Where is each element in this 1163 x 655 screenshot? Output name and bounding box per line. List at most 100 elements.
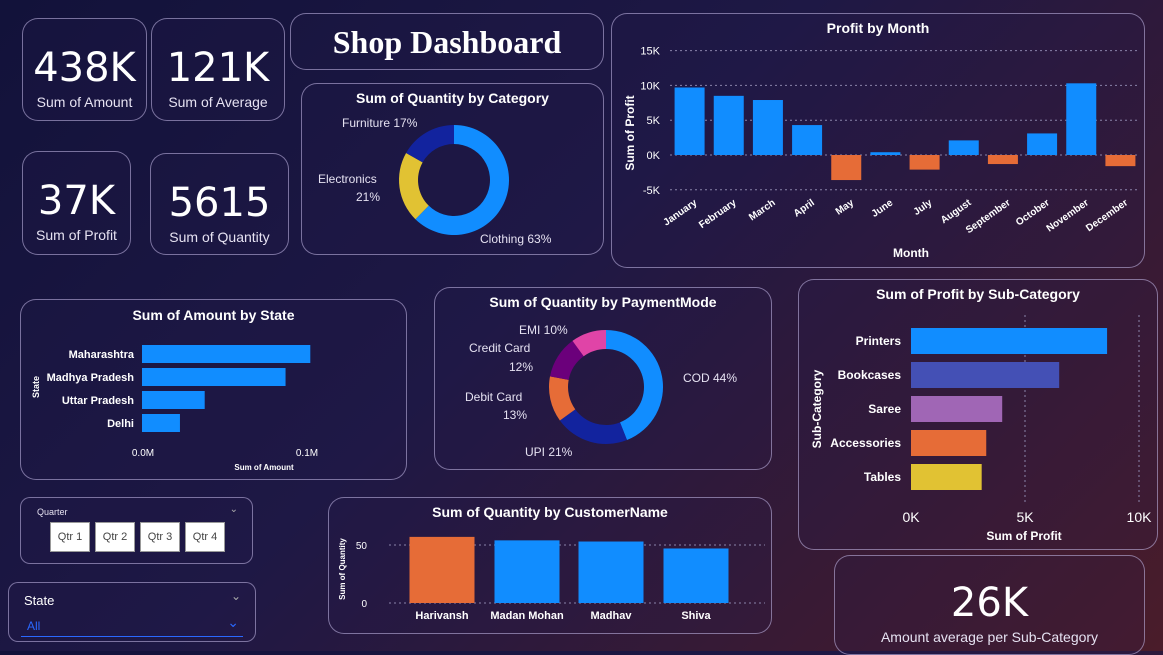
y-tick: Uttar Pradesh xyxy=(62,395,134,407)
payment-chart-card: Sum of Quantity by PaymentMode EMI 10% C… xyxy=(434,287,772,470)
x-tick: 10K xyxy=(1127,509,1153,525)
kpi-label: Sum of Quantity xyxy=(169,229,270,245)
x-tick: March xyxy=(747,197,777,223)
x-tick: 0K xyxy=(902,509,920,525)
kpi-value: 438K xyxy=(33,45,136,91)
bar-march[interactable] xyxy=(752,100,783,155)
chevron-down-icon[interactable]: ⌄ xyxy=(231,589,241,603)
label-electronics: Electronics xyxy=(318,172,377,186)
subcat-chart-svg: 0K 5K 10K Printers Bookcases Saree Accessorie… xyxy=(810,315,1153,543)
kpi-value: 5615 xyxy=(168,180,271,226)
bar-shiva[interactable] xyxy=(663,548,729,603)
title-card: Shop Dashboard xyxy=(290,13,604,70)
x-tick: 0.0M xyxy=(132,448,154,459)
quarter-button-3[interactable]: Qtr 3 xyxy=(140,522,180,552)
bar-madhya-pradesh[interactable] xyxy=(142,368,286,386)
kpi-card-quantity: 5615 Sum of Quantity xyxy=(150,153,289,255)
label-credit-pct: 12% xyxy=(509,360,533,374)
y-tick: Tables xyxy=(864,470,901,484)
kpi-card-avg-subcategory: 26K Amount average per Sub-Category xyxy=(834,555,1145,655)
y-tick: 15K xyxy=(640,46,660,58)
label-emi: EMI 10% xyxy=(519,323,568,337)
chevron-down-icon: ⌄ xyxy=(227,614,239,630)
y-tick: Delhi xyxy=(107,418,134,430)
slice-electronics[interactable] xyxy=(399,152,429,220)
x-tick: August xyxy=(939,197,974,226)
y-tick: 50 xyxy=(356,541,368,552)
state-chart-card: Sum of Amount by State Maharashtra Madhya… xyxy=(20,299,407,480)
y-tick: Maharashtra xyxy=(69,349,135,361)
bar-may[interactable] xyxy=(831,155,862,181)
slice-cod[interactable] xyxy=(606,330,663,440)
bar-harivansh[interactable] xyxy=(409,536,475,603)
bar-february[interactable] xyxy=(713,95,744,155)
x-axis-title: Sum of Profit xyxy=(986,529,1061,543)
chevron-down-icon[interactable]: ⌄ xyxy=(230,504,238,515)
kpi-value: 37K xyxy=(37,178,116,224)
quarter-button-1[interactable]: Qtr 1 xyxy=(50,522,90,552)
bar-april[interactable] xyxy=(792,125,823,155)
y-tick: 0 xyxy=(361,599,367,610)
kpi-label: Sum of Profit xyxy=(36,227,117,243)
state-dropdown[interactable]: All ⌄ xyxy=(21,614,243,637)
slice-furniture[interactable] xyxy=(406,125,454,163)
payment-donut: EMI 10% Credit Card 12% Debit Card 13% U… xyxy=(465,323,737,459)
x-tick: December xyxy=(1084,197,1130,234)
bar-delhi[interactable] xyxy=(142,414,180,432)
bar-january[interactable] xyxy=(674,87,705,155)
x-tick: January xyxy=(662,197,700,228)
y-axis-title: Sub-Category xyxy=(810,369,824,448)
x-tick: Harivansh xyxy=(415,610,468,622)
x-tick: June xyxy=(870,197,896,220)
slicer-label: Quarter xyxy=(37,507,68,517)
y-tick: -5K xyxy=(643,185,661,197)
bar-june[interactable] xyxy=(870,152,901,155)
x-tick: 0.1M xyxy=(296,448,318,459)
x-tick: April xyxy=(792,197,817,219)
x-tick: July xyxy=(912,197,935,218)
profit-month-svg: 15K 10K 5K 0K -5K JanuaryFebruary March April M… xyxy=(623,46,1140,260)
x-tick: Madan Mohan xyxy=(490,610,564,622)
x-tick: February xyxy=(697,197,739,231)
x-tick: September xyxy=(964,197,1013,236)
quarter-button-4[interactable]: Qtr 4 xyxy=(185,522,225,552)
x-axis-title: Month xyxy=(893,246,929,260)
subcat-chart-card: Sum of Profit by Sub-Category 0K 5K 10K Pr… xyxy=(798,279,1158,550)
y-axis-title: Sum of Quantity xyxy=(338,538,347,600)
y-tick: 0K xyxy=(647,150,661,162)
label-cod: COD 44% xyxy=(683,371,737,385)
bar-printers[interactable] xyxy=(911,328,1108,354)
kpi-card-profit: 37K Sum of Profit xyxy=(22,151,131,255)
bar-november[interactable] xyxy=(1066,83,1097,155)
state-slicer: State ⌄ All ⌄ xyxy=(8,582,256,642)
bar-accessories[interactable] xyxy=(911,430,987,456)
bar-madan-mohan[interactable] xyxy=(494,540,560,603)
quarter-slicer: Quarter ⌄ Qtr 1 Qtr 2 Qtr 3 Qtr 4 xyxy=(20,497,253,564)
x-tick: May xyxy=(834,197,857,217)
bar-maharashtra[interactable] xyxy=(142,345,311,363)
bar-saree[interactable] xyxy=(911,396,1003,422)
y-axis-title: Sum of Profit xyxy=(623,95,637,170)
kpi-value: 121K xyxy=(166,45,270,91)
bar-tables[interactable] xyxy=(911,464,982,490)
bar-october[interactable] xyxy=(1027,133,1058,155)
label-credit: Credit Card xyxy=(469,341,530,355)
bar-july[interactable] xyxy=(909,155,940,170)
label-upi: UPI 21% xyxy=(525,445,573,459)
bar-uttar-pradesh[interactable] xyxy=(142,391,205,409)
customer-chart-card: Sum of Quantity by CustomerName Harivans… xyxy=(328,497,772,634)
bar-bookcases[interactable] xyxy=(911,362,1060,388)
bar-september[interactable] xyxy=(987,155,1018,165)
x-axis-title: Sum of Amount xyxy=(234,463,294,472)
bar-madhav[interactable] xyxy=(578,541,644,603)
x-tick: November xyxy=(1045,197,1091,234)
bar-august[interactable] xyxy=(948,140,979,155)
slice-upi[interactable] xyxy=(559,409,627,444)
x-tick: Shiva xyxy=(681,610,711,622)
kpi-value: 26K xyxy=(950,580,1029,626)
slicer-label: State xyxy=(24,593,55,608)
x-tick: Madhav xyxy=(591,610,633,622)
label-clothing: Clothing 63% xyxy=(480,232,552,246)
quarter-button-2[interactable]: Qtr 2 xyxy=(95,522,135,552)
bar-december[interactable] xyxy=(1105,155,1136,167)
